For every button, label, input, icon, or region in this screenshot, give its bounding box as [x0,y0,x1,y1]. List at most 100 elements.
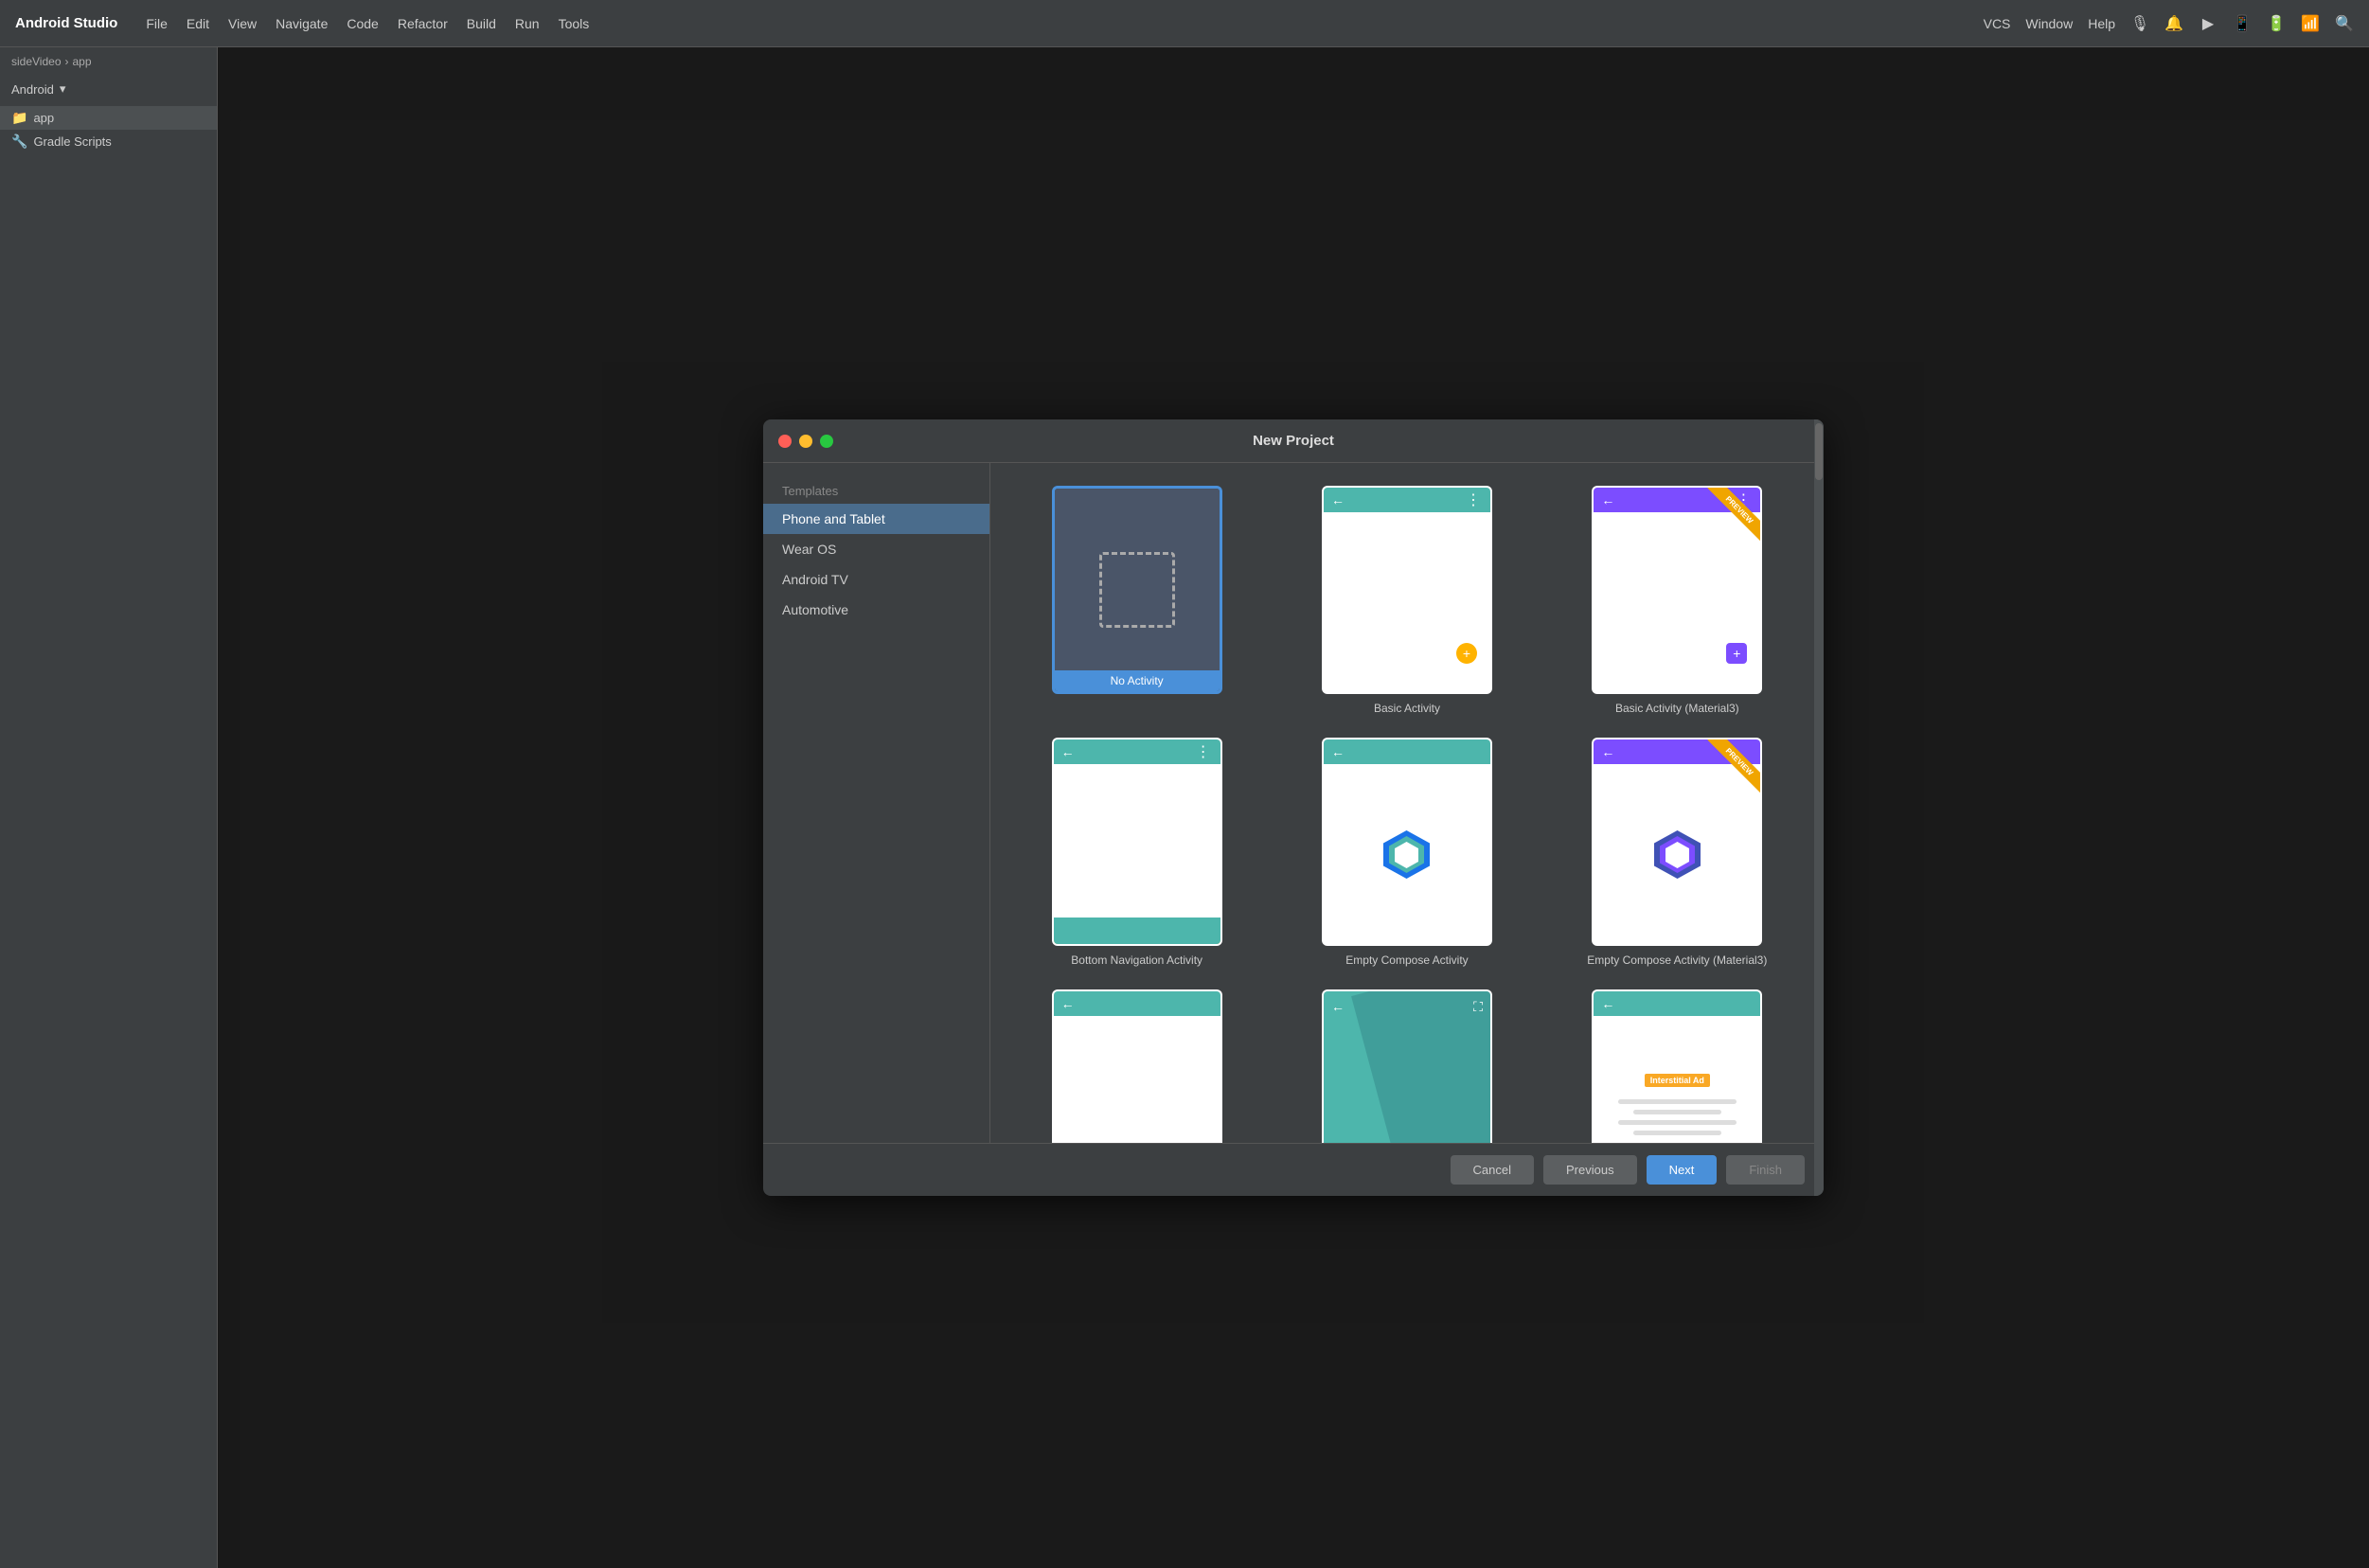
search-icon[interactable]: 🔍 [2335,14,2354,33]
nav-section-label: Templates [763,478,989,504]
folder-icon: 📁 [11,110,27,126]
menu-window[interactable]: Window [2025,16,2073,31]
play-icon[interactable]: ▶ [2199,14,2218,33]
template-basic-activity[interactable]: ← ⋮ + Basic Activity [1279,482,1534,719]
back-icon-ec: ← [1331,744,1345,759]
new-project-dialog: New Project Templates Phone and Tablet W… [763,419,1824,1196]
menu-run[interactable]: Run [515,16,540,31]
back-icon-ecm3: ← [1601,744,1614,759]
breadcrumb: sideVideo › app [0,47,217,76]
template-no-activity[interactable]: No Activity No Activity [1009,482,1264,719]
admob-line-1 [1618,1099,1737,1104]
dots-icon: ⋮ [1466,490,1483,509]
fullscreen-diagonal [1351,991,1490,1143]
sidebar-item-gradle-label: Gradle Scripts [33,134,111,149]
scrollbar-thumb [1815,463,1823,480]
device-icon[interactable]: 📱 [2233,14,2252,33]
bottom-nav-label: Bottom Navigation Activity [1071,953,1202,967]
basic-activity-m3-label: Basic Activity (Material3) [1615,702,1739,715]
menubar-right: VCS Window Help 🎙 🔔 ▶ 📱 🔋 📶 🔍 [1984,14,2354,33]
admob-back-icon: ← [1601,996,1614,1011]
template-empty-compose-m3[interactable]: ← PREVIEW [1550,734,1805,971]
empty-compose-label: Empty Compose Activity [1345,953,1468,967]
menu-tools[interactable]: Tools [559,16,590,31]
menu-file[interactable]: File [146,16,168,31]
finish-button[interactable]: Finish [1726,1155,1805,1185]
menu-help[interactable]: Help [2088,16,2115,31]
menu-code[interactable]: Code [347,16,378,31]
dots-icon-bn: ⋮ [1196,742,1213,761]
menubar: Android Studio File Edit View Navigate C… [0,0,2369,47]
template-admob[interactable]: ← Interstitial Ad Google A [1550,986,1805,1143]
gradle-icon: 🔧 [11,134,27,150]
maximize-button[interactable] [820,435,833,448]
app-name: Android Studio [15,15,117,31]
template-fullscreen[interactable]: ← ⛶ Fullscreen Activity [1279,986,1534,1143]
fab-icon: + [1456,643,1477,664]
bottom-nav [1054,918,1220,944]
cancel-button[interactable]: Cancel [1451,1155,1534,1185]
fullscreen-expand-icon: ⛶ [1473,999,1483,1015]
nav-item-phone[interactable]: Phone and Tablet [763,504,989,534]
interstitial-ad-badge: Interstitial Ad [1645,1074,1710,1087]
nav-item-androidtv[interactable]: Android TV [763,564,989,595]
android-selector[interactable]: Android ▾ [0,76,217,102]
dialog-title: New Project [1253,433,1334,449]
compose-hex-icon [1380,829,1433,881]
breadcrumb-module: app [73,55,92,68]
dialog-title-bar: New Project [763,419,1824,463]
next-button[interactable]: Next [1647,1155,1718,1185]
menu-edit[interactable]: Edit [187,16,209,31]
admob-line-4 [1633,1131,1722,1135]
add-icon-purple: + [1726,643,1747,664]
selected-label: No Activity [1055,670,1220,691]
nav-item-wearos[interactable]: Wear OS [763,534,989,564]
compose-hex-icon-m3 [1651,829,1703,881]
menu-view[interactable]: View [228,16,257,31]
admob-topbar: ← [1594,991,1760,1016]
dialog-body: Templates Phone and Tablet Wear OS Andro… [763,463,1824,1143]
sidebar-item-app[interactable]: 📁 app [0,106,217,130]
previous-button[interactable]: Previous [1543,1155,1637,1185]
dialog-nav: Templates Phone and Tablet Wear OS Andro… [763,463,990,1143]
bell-icon[interactable]: 🔔 [2164,14,2183,33]
template-empty-activity[interactable]: ← Empty Activity [1009,986,1264,1143]
sidebar-item-gradle[interactable]: 🔧 Gradle Scripts [0,130,217,153]
dialog-scrollbar[interactable] [1814,463,1824,1143]
dialog-footer: Cancel Previous Next Finish [763,1143,1824,1196]
android-label: Android [11,82,54,97]
template-basic-activity-m3[interactable]: ← ⋮ + PREVIEW Basic Activity (Material3) [1550,482,1805,719]
back-icon-m3: ← [1601,492,1614,508]
menu-navigate[interactable]: Navigate [276,16,328,31]
back-icon: ← [1331,492,1345,508]
breadcrumb-project: sideVideo [11,55,62,68]
minimize-button[interactable] [799,435,812,448]
template-grid: No Activity No Activity ← ⋮ [1009,482,1805,1143]
window-controls [778,435,833,448]
menu-build[interactable]: Build [467,16,496,31]
ide-background: sideVideo › app Android ▾ 📁 app 🔧 Gradle… [0,47,2369,1568]
sidebar-item-app-label: app [33,111,54,125]
admob-line-2 [1633,1110,1722,1114]
close-button[interactable] [778,435,792,448]
sidebar: sideVideo › app Android ▾ 📁 app 🔧 Gradle… [0,47,218,1568]
template-empty-compose[interactable]: ← Empty Compose Act [1279,734,1534,971]
back-icon-ea: ← [1061,996,1075,1011]
basic-activity-label: Basic Activity [1374,702,1440,715]
empty-compose-m3-label: Empty Compose Activity (Material3) [1587,953,1767,967]
wifi-icon[interactable]: 📶 [2301,14,2320,33]
dialog-content: No Activity No Activity ← ⋮ [990,463,1824,1143]
back-icon-bn: ← [1061,744,1075,759]
admob-content: Interstitial Ad [1594,1016,1760,1143]
nav-item-automotive[interactable]: Automotive [763,595,989,625]
menu-refactor[interactable]: Refactor [398,16,448,31]
mic-icon[interactable]: 🎙 [2130,14,2149,33]
fullscreen-back-icon: ← [1331,999,1345,1014]
dialog-overlay: New Project Templates Phone and Tablet W… [218,47,2369,1568]
menu-vcs[interactable]: VCS [1984,16,2011,31]
battery-icon[interactable]: 🔋 [2267,14,2286,33]
template-bottom-nav[interactable]: ← ⋮ Bottom Navigation Activity [1009,734,1264,971]
admob-line-3 [1618,1120,1737,1125]
android-dropdown-icon: ▾ [60,81,66,97]
sidebar-tree: 📁 app 🔧 Gradle Scripts [0,102,217,157]
